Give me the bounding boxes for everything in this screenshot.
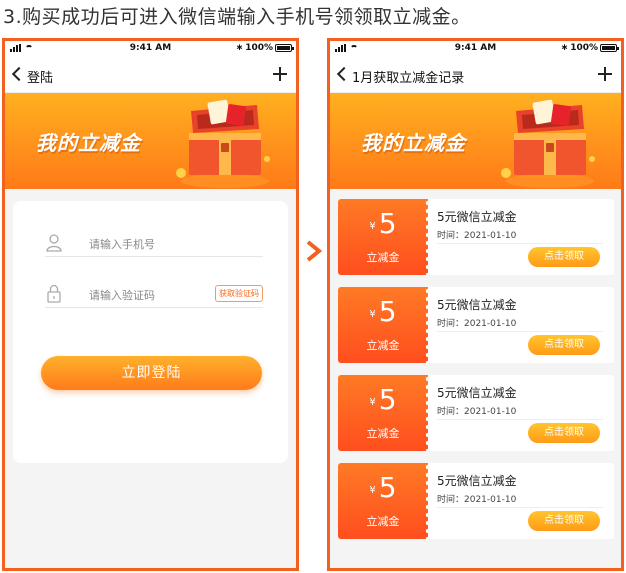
coupon-amount: 5 bbox=[378, 207, 397, 240]
coupon-time: 时间：2021-01-10 bbox=[437, 319, 517, 329]
status-bar: 9:41 AM ∗ 100% bbox=[330, 41, 621, 57]
phone-field[interactable]: 请输入手机号 bbox=[45, 231, 263, 257]
lock-icon bbox=[47, 284, 61, 303]
coupon-records-screen: 9:41 AM ∗ 100% 1月获取立减金记录 我的立减金 ¥ 5 立减金 5… bbox=[327, 38, 624, 571]
coupon-currency: ¥ bbox=[369, 221, 376, 232]
get-code-button[interactable]: 获取验证码 bbox=[215, 285, 263, 302]
coupon-unit: 立减金 bbox=[366, 251, 400, 264]
coupon-amount: 5 bbox=[378, 471, 397, 504]
coupon-card: ¥5 立减金 5元微信立减金 时间：2021-01-10 点击领取 bbox=[338, 199, 614, 275]
divider bbox=[437, 507, 603, 508]
login-card: 请输入手机号 请输入验证码 获取验证码 立即登陆 bbox=[13, 201, 288, 463]
divider bbox=[437, 331, 603, 332]
coupon-unit: 立减金 bbox=[366, 515, 400, 528]
claim-button[interactable]: 点击领取 bbox=[528, 247, 600, 267]
divider bbox=[437, 419, 603, 420]
coupon-name: 5元微信立减金 bbox=[437, 298, 517, 312]
phone-input[interactable]: 请输入手机号 bbox=[89, 236, 155, 252]
coupon-value-panel: ¥5 立减金 bbox=[338, 375, 431, 451]
coupon-card: ¥5 立减金 5元微信立减金 时间：2021-01-10 点击领取 bbox=[338, 287, 614, 363]
claim-button[interactable]: 点击领取 bbox=[528, 511, 600, 531]
coupon-name: 5元微信立减金 bbox=[437, 210, 517, 224]
treasure-chest-icon bbox=[176, 99, 270, 188]
coupon-value-panel: ¥5 立减金 bbox=[338, 463, 431, 539]
coupon-time: 时间：2021-01-10 bbox=[437, 407, 517, 417]
bluetooth-icon: ∗ bbox=[560, 43, 569, 53]
nav-bar: 登陆 bbox=[5, 57, 296, 93]
nav-title: 1月获取立减金记录 bbox=[352, 71, 465, 86]
banner-title: 我的立减金 bbox=[361, 131, 466, 155]
status-bar: 9:41 AM ∗ 100% bbox=[5, 41, 296, 57]
coupon-currency: ¥ bbox=[369, 397, 376, 408]
bluetooth-icon: ∗ bbox=[235, 43, 244, 53]
divider bbox=[437, 243, 603, 244]
claim-button[interactable]: 点击领取 bbox=[528, 335, 600, 355]
back-chevron-icon[interactable] bbox=[336, 66, 352, 82]
plus-icon[interactable] bbox=[598, 67, 612, 81]
nav-bar: 1月获取立减金记录 bbox=[330, 57, 621, 93]
coupon-unit: 立减金 bbox=[366, 339, 400, 352]
coupon-amount: 5 bbox=[378, 295, 397, 328]
plus-icon[interactable] bbox=[273, 67, 287, 81]
coupon-currency: ¥ bbox=[369, 309, 376, 320]
user-icon bbox=[46, 234, 62, 252]
coupon-value-panel: ¥5 立减金 bbox=[338, 287, 431, 363]
coupon-time: 时间：2021-01-10 bbox=[437, 231, 517, 241]
coupon-time: 时间：2021-01-10 bbox=[437, 495, 517, 505]
back-chevron-icon[interactable] bbox=[11, 66, 27, 82]
coupon-name: 5元微信立减金 bbox=[437, 474, 517, 488]
page-caption: 3.购买成功后可进入微信端输入手机号领领取立减金。 bbox=[3, 6, 471, 28]
banner-title: 我的立减金 bbox=[36, 131, 141, 155]
claim-button[interactable]: 点击领取 bbox=[528, 423, 600, 443]
coupon-name: 5元微信立减金 bbox=[437, 386, 517, 400]
battery-icon bbox=[275, 44, 294, 52]
code-field[interactable]: 请输入验证码 获取验证码 bbox=[45, 282, 263, 308]
coupon-amount: 5 bbox=[378, 383, 397, 416]
coupon-value-panel: ¥5 立减金 bbox=[338, 199, 431, 275]
login-button[interactable]: 立即登陆 bbox=[41, 356, 262, 390]
code-input[interactable]: 请输入验证码 bbox=[89, 287, 155, 303]
coupon-card: ¥5 立减金 5元微信立减金 时间：2021-01-10 点击领取 bbox=[338, 463, 614, 539]
coupon-currency: ¥ bbox=[369, 485, 376, 496]
battery-icon bbox=[600, 44, 619, 52]
battery-percent: 100% bbox=[245, 43, 273, 53]
banner: 我的立减金 bbox=[5, 93, 296, 189]
nav-title: 登陆 bbox=[27, 71, 54, 86]
next-arrow-icon bbox=[306, 240, 322, 262]
coupon-card: ¥5 立减金 5元微信立减金 时间：2021-01-10 点击领取 bbox=[338, 375, 614, 451]
treasure-chest-icon bbox=[501, 99, 595, 188]
coupon-unit: 立减金 bbox=[366, 427, 400, 440]
banner: 我的立减金 bbox=[330, 93, 621, 189]
login-screen: 9:41 AM ∗ 100% 登陆 我的立减金 请输入手机号 请输入验证码 获取… bbox=[2, 38, 299, 571]
battery-percent: 100% bbox=[570, 43, 598, 53]
